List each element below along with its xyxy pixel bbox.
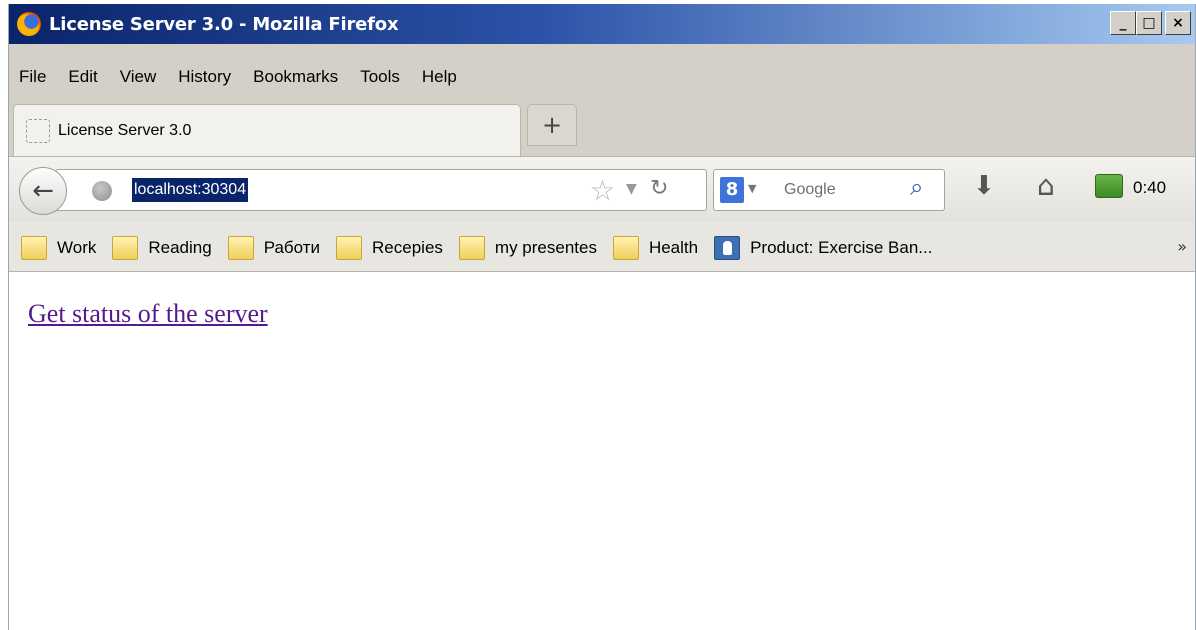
search-engine-dropdown-icon[interactable]: ▼ [748,182,756,195]
download-arrow-icon[interactable]: ⬇ [973,171,995,201]
menu-view[interactable]: View [120,67,157,87]
search-input[interactable]: Google [784,181,836,199]
folder-icon [112,236,139,260]
bookmarks-overflow-button[interactable]: » [1177,237,1187,256]
menu-history[interactable]: History [178,67,231,87]
folder-icon [336,236,363,260]
addon-timer: 0:40 [1133,178,1167,197]
get-status-link[interactable]: Get status of the server [28,299,268,329]
folder-icon [227,236,254,260]
search-bar[interactable]: 8 ▼ Google ⌕ [713,169,945,211]
bookmark-my-presentes[interactable]: my presentes [458,236,597,260]
reload-icon[interactable]: ↻ [650,176,668,201]
bookmark-star-icon[interactable]: ☆ [590,174,615,207]
google-icon[interactable]: 8 [720,177,744,203]
bookmark-recepies[interactable]: Recepies [336,236,443,260]
bookmark-label: Health [648,238,699,257]
navigation-bar: localhost:30304 ☆ ▼ ↻ ← 8 ▼ Google ⌕ ⬇ ⌂… [9,156,1195,222]
back-arrow-icon: ← [32,176,54,206]
firefox-logo-icon [17,12,41,36]
bookmark-label: Recepies [372,238,443,257]
magnifier-icon[interactable]: ⌕ [910,173,923,201]
menu-bar: File Edit View History Bookmarks Tools H… [9,62,1195,92]
bookmarks-list: Work Reading Работи Recepies my presente… [21,235,948,261]
tab-license-server[interactable]: License Server 3.0 [13,104,521,156]
window-title: License Server 3.0 - Mozilla Firefox [49,13,399,35]
bookmark-work[interactable]: Work [21,236,96,260]
menu-bookmarks[interactable]: Bookmarks [253,67,338,87]
menu-file[interactable]: File [19,67,46,87]
url-input[interactable]: localhost:30304 [132,178,249,202]
addon-icon[interactable] [1095,174,1123,198]
folder-icon [612,236,639,260]
bookmark-product-exercise[interactable]: Product: Exercise Ban... [714,236,932,260]
bookmark-reading[interactable]: Reading [112,236,212,260]
browser-window: License Server 3.0 - Mozilla Firefox _ □… [8,4,1196,630]
window-controls: _ □ × [1110,11,1191,35]
globe-icon [92,181,112,201]
bookmark-label: Work [57,238,97,257]
menu-edit[interactable]: Edit [68,67,97,87]
home-icon[interactable]: ⌂ [1037,169,1055,202]
folder-icon [21,236,47,260]
new-tab-button[interactable]: + [527,104,577,146]
back-button[interactable]: ← [19,167,67,215]
bookmark-label: my presentes [494,238,597,257]
folder-icon [458,236,485,260]
default-favicon-icon [26,118,50,143]
tab-strip: License Server 3.0 + [9,100,1195,156]
close-button[interactable]: × [1165,11,1191,35]
bookmark-label: Product: Exercise Ban... [750,238,933,257]
title-bar[interactable]: License Server 3.0 - Mozilla Firefox _ □… [9,4,1195,44]
menu-help[interactable]: Help [422,67,457,87]
url-bar[interactable]: localhost:30304 ☆ ▼ ↻ [55,169,707,211]
bookmark-label: Работи [263,238,321,257]
maximize-button[interactable]: □ [1136,11,1162,35]
tab-label: License Server 3.0 [58,121,192,139]
bookmark-label: Reading [148,238,212,257]
bookmarks-toolbar: Work Reading Работи Recepies my presente… [9,222,1195,272]
product-site-icon [714,236,741,260]
minimize-button[interactable]: _ [1110,11,1136,35]
bookmark-raboti[interactable]: Работи [227,236,321,260]
menu-tools[interactable]: Tools [360,67,400,87]
url-dropdown-icon[interactable]: ▼ [626,181,637,197]
bookmark-health[interactable]: Health [612,236,699,260]
page-content: Get status of the server [9,272,1195,630]
